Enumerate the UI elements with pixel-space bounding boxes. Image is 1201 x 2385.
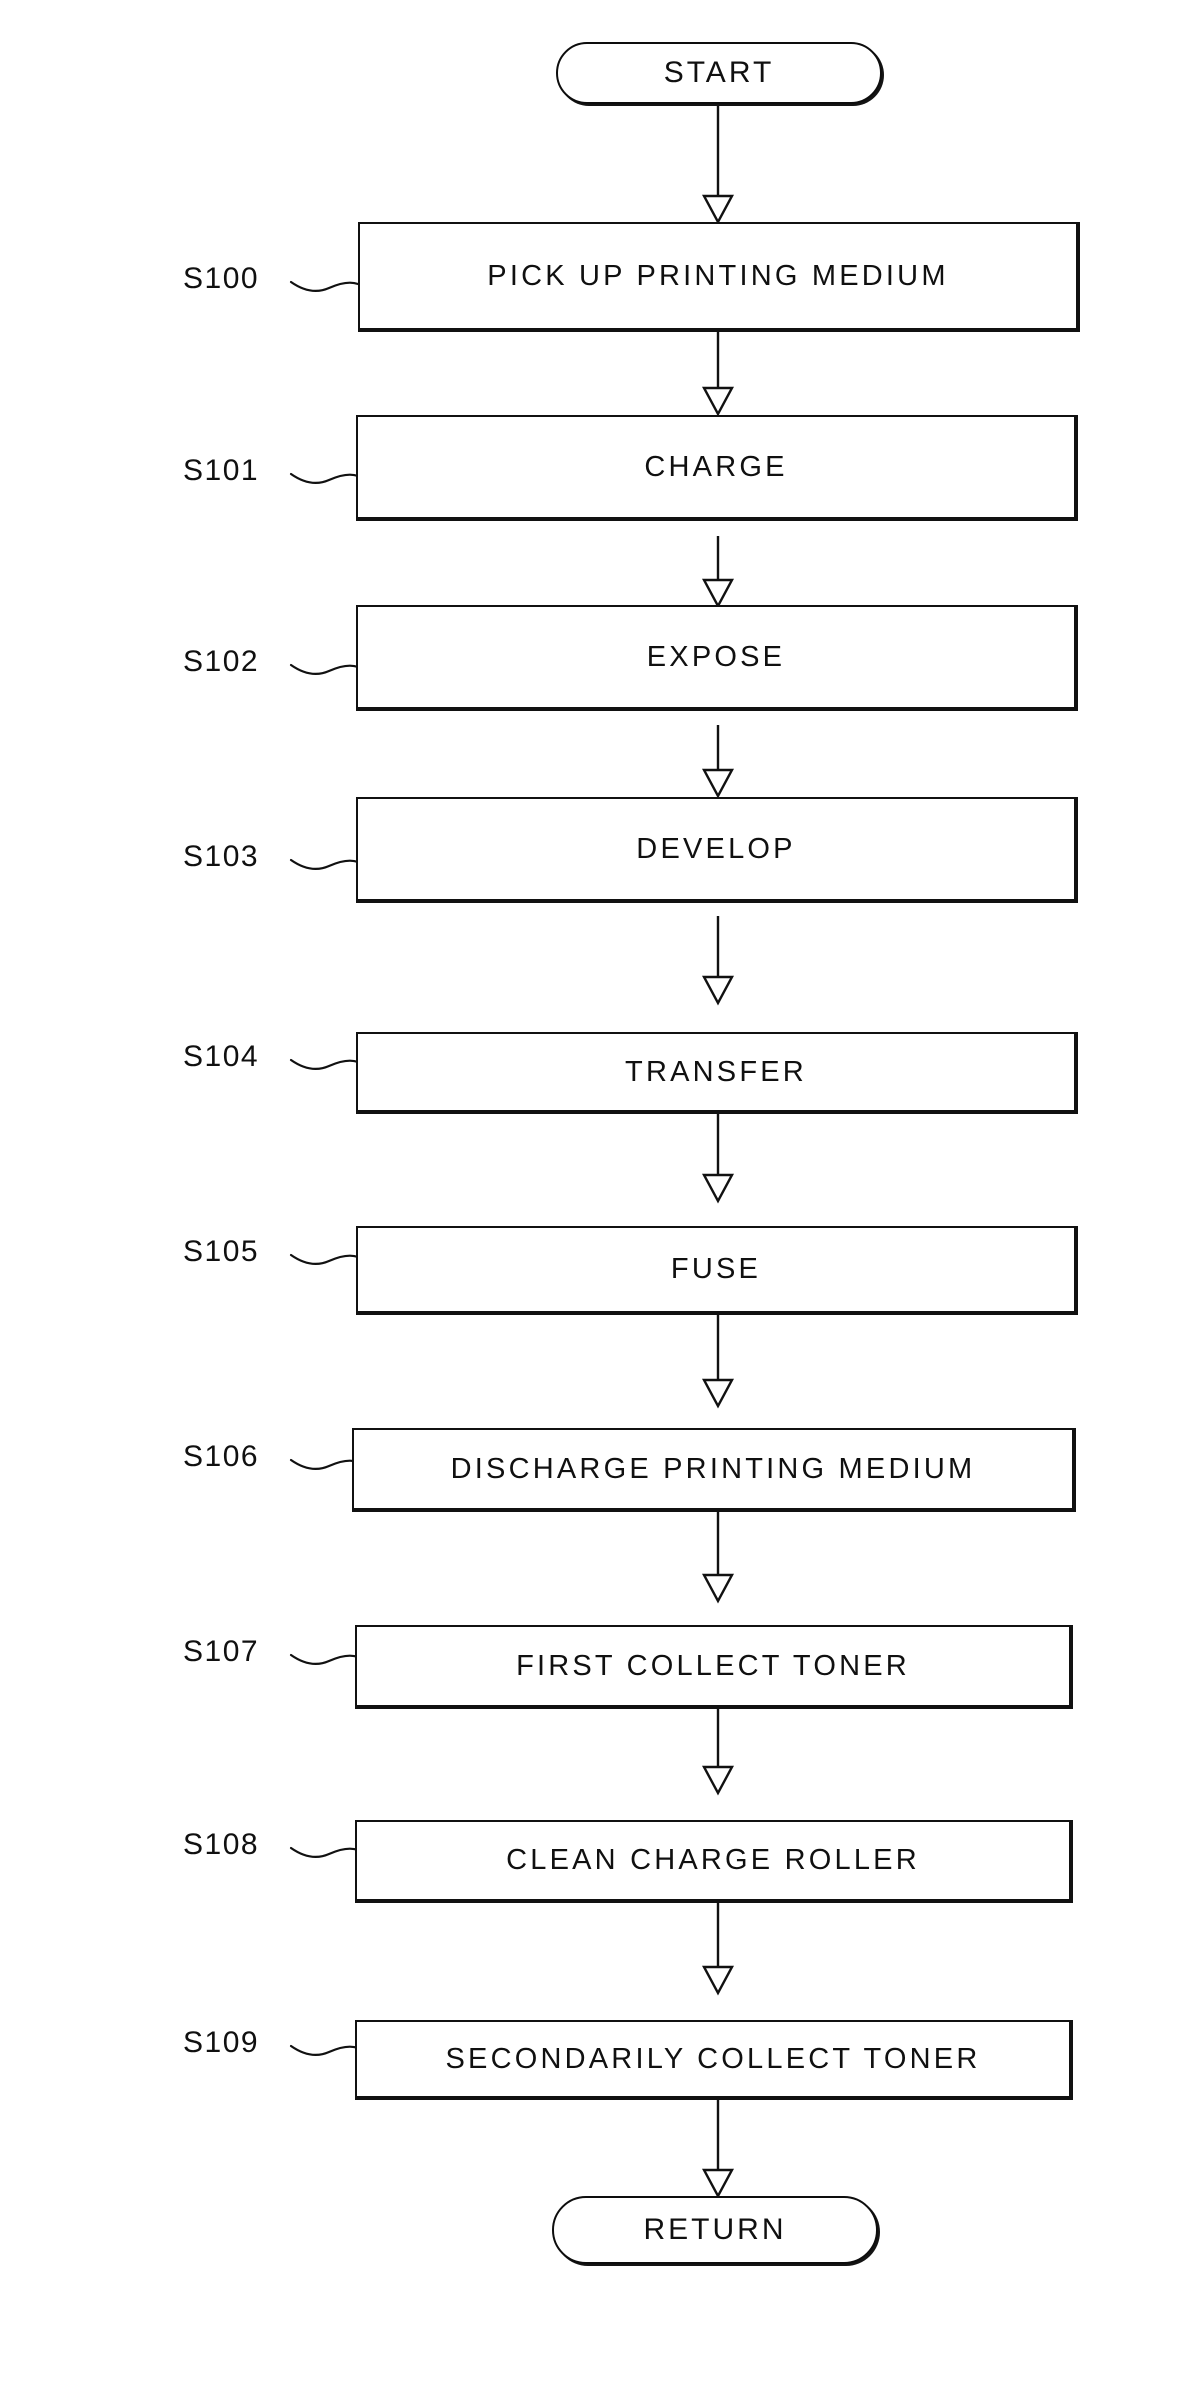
leader-line-s101 (289, 472, 360, 485)
arrowhead-icon (701, 386, 735, 417)
leader-line-s104 (289, 1058, 360, 1071)
arrowhead-icon (701, 1573, 735, 1604)
leader-line-s100 (289, 280, 360, 293)
arrowhead-icon (701, 578, 735, 609)
leader-line-s103 (289, 858, 360, 871)
leader-line-s107 (289, 1653, 360, 1666)
arrowhead-icon (701, 1378, 735, 1409)
arrowhead-icon (701, 1965, 735, 1996)
leader-line-s108 (289, 1846, 360, 1859)
arrowhead-icon (701, 194, 735, 225)
leader-line-s109 (289, 2044, 360, 2057)
leader-line-s102 (289, 663, 360, 676)
arrowhead-icon (701, 1173, 735, 1204)
leader-line-s105 (289, 1253, 360, 1266)
flowchart-page: START S100 PICK UP PRINTING MEDIUM S101 … (0, 0, 1201, 2385)
arrowhead-icon (701, 2168, 735, 2199)
arrowhead-icon (701, 975, 735, 1006)
arrowhead-icon (701, 768, 735, 799)
connector-layer (289, 103, 735, 2199)
leader-line-s106 (289, 1458, 360, 1471)
arrowhead-icon (701, 1765, 735, 1796)
